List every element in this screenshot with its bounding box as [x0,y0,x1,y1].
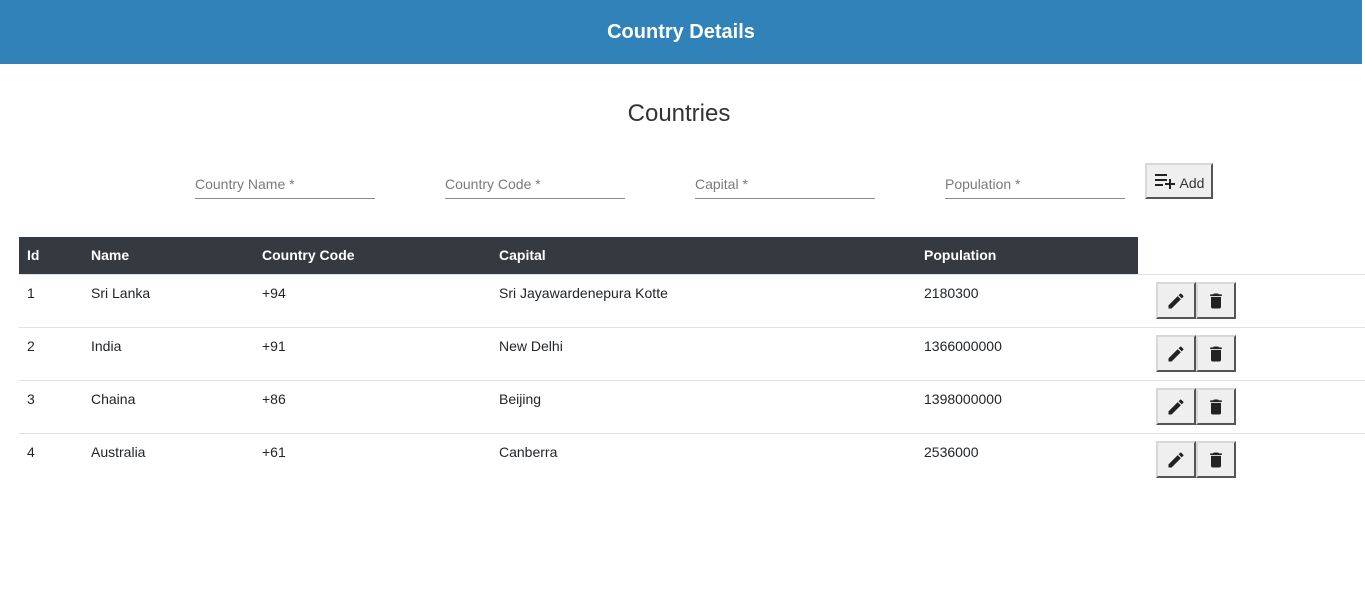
cell-country-code: +91 [262,338,286,354]
delete-button[interactable] [1196,441,1236,478]
row-actions [1156,335,1236,372]
row-actions [1156,441,1236,478]
delete-icon [1210,346,1222,361]
table-row: 1 Sri Lanka +94 Sri Jayawardenepura Kott… [19,274,1365,328]
edit-icon [1168,398,1184,414]
population-input[interactable] [945,166,1125,197]
table-row: 2 India +91 New Delhi 1366000000 [19,327,1365,381]
cell-population: 2180300 [924,285,979,301]
cell-id: 4 [27,444,35,460]
cell-country-code: +94 [262,285,286,301]
delete-button[interactable] [1196,388,1236,425]
cell-capital: Beijing [499,391,542,407]
cell-name: Chaina [91,391,136,407]
edit-button[interactable] [1156,335,1196,372]
cell-capital: Sri Jayawardenepura Kotte [499,285,668,301]
app-header: Country Details [0,0,1362,64]
column-header-country-code: Country Code [262,247,355,263]
edit-button[interactable] [1156,441,1196,478]
capital-field[interactable] [695,166,875,199]
country-code-input[interactable] [445,166,625,197]
cell-id: 2 [27,338,35,354]
cell-capital: New Delhi [499,338,563,354]
population-field[interactable] [945,166,1125,199]
column-header-id: Id [27,247,40,263]
delete-icon [1210,399,1222,414]
cell-id: 1 [27,285,35,301]
app-title: Country Details [607,20,755,43]
country-name-input[interactable] [195,166,375,197]
row-actions [1156,388,1236,425]
playlist-add-icon [1154,174,1175,189]
capital-input[interactable] [695,166,875,197]
cell-country-code: +61 [262,444,286,460]
delete-icon [1210,293,1222,308]
cell-id: 3 [27,391,35,407]
country-code-field[interactable] [445,166,625,199]
table-header: Id Name Country Code Capital Population [19,237,1138,274]
table-row: 3 Chaina +86 Beijing 1398000000 [19,380,1365,434]
edit-button[interactable] [1156,282,1196,319]
row-actions [1156,282,1236,319]
country-name-field[interactable] [195,166,375,199]
column-header-population: Population [924,247,997,263]
cell-population: 2536000 [924,444,979,460]
edit-button[interactable] [1156,388,1196,425]
cell-population: 1398000000 [924,391,1002,407]
delete-button[interactable] [1196,282,1236,319]
edit-icon [1168,345,1184,361]
cell-name: Australia [91,444,146,460]
add-button[interactable]: Add [1145,163,1213,199]
cell-population: 1366000000 [924,338,1002,354]
column-header-name: Name [91,247,130,263]
edit-icon [1168,451,1184,467]
cell-capital: Canberra [499,444,558,460]
add-button-label: Add [1179,175,1205,191]
delete-icon [1210,452,1222,467]
cell-country-code: +86 [262,391,286,407]
edit-icon [1168,292,1184,308]
column-header-capital: Capital [499,247,546,263]
delete-button[interactable] [1196,335,1236,372]
page-title: Countries [627,100,731,127]
cell-name: India [91,338,122,354]
table-row: 4 Australia +61 Canberra 2536000 [19,433,1365,487]
cell-name: Sri Lanka [91,285,151,301]
